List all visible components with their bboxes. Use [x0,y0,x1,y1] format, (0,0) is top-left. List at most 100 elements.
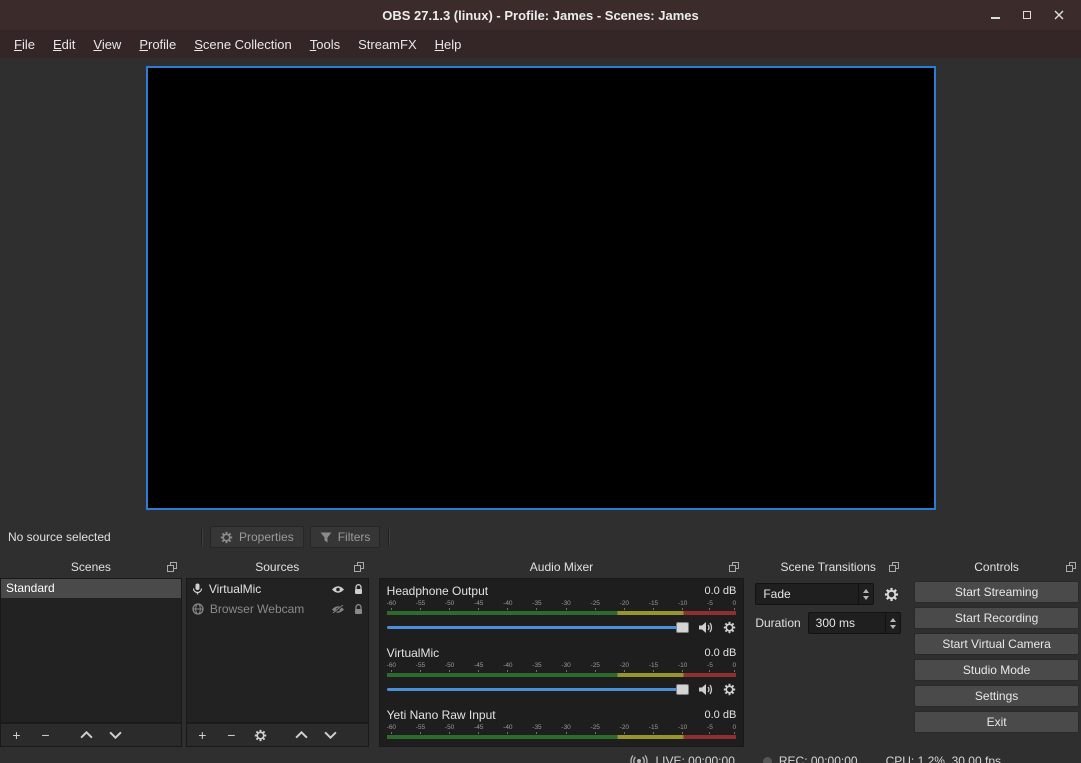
rec-time: REC: 00:00:00 [779,754,858,763]
visibility-icon[interactable] [331,585,345,594]
scene-transitions-header[interactable]: Scene Transitions [752,556,904,578]
source-row-icons [331,584,363,595]
source-properties-button[interactable] [254,729,267,742]
popout-icon[interactable] [354,562,364,572]
tick-label: -5 [707,724,713,734]
controls-header[interactable]: Controls [912,556,1081,578]
channel-db-value: 0.0 dB [705,709,737,721]
tick-label: -15 [649,600,658,610]
tick-label: -25 [591,600,600,610]
audio-mixer-header[interactable]: Audio Mixer [379,556,745,578]
slider-handle[interactable] [676,684,689,695]
tick-label: -60 [387,724,396,734]
speaker-icon[interactable] [698,683,714,696]
mixer-channel-yeti-nano: Yeti Nano Raw Input 0.0 dB -60-55-50-45-… [387,706,737,739]
spin-down-icon [863,596,869,600]
duration-spinbox[interactable]: 300 ms [808,612,902,634]
volume-slider[interactable] [387,618,690,637]
transition-select[interactable]: Fade [755,583,874,605]
popout-icon[interactable] [889,562,899,572]
scenes-list: Standard [0,578,182,723]
tick-label: -5 [707,662,713,672]
speaker-icon[interactable] [698,621,714,634]
obs-window: OBS 27.1.3 (linux) - Profile: James - Sc… [0,0,1081,763]
start-virtual-camera-button[interactable]: Start Virtual Camera [914,633,1079,655]
channel-settings-gear-icon[interactable] [723,621,736,634]
tick-label: -40 [503,662,512,672]
meter-scale: -60-55-50-45-40-35-30-25-20-15-10-50 [387,724,737,734]
titlebar[interactable]: OBS 27.1.3 (linux) - Profile: James - Sc… [0,0,1081,30]
scene-item-standard[interactable]: Standard [1,579,181,598]
mixer-channel-headphone-output: Headphone Output 0.0 dB -60-55-50-45-40-… [387,582,737,637]
tick-label: -20 [620,724,629,734]
popout-icon[interactable] [1066,562,1076,572]
popout-icon[interactable] [729,562,739,572]
studio-mode-button[interactable]: Studio Mode [914,659,1079,681]
properties-button[interactable]: Properties [210,526,304,548]
visibility-off-icon[interactable] [331,605,345,614]
live-status: LIVE: 00:00:00 [630,754,734,763]
microphone-icon [192,583,203,595]
exit-button[interactable]: Exit [914,711,1079,733]
preview-canvas[interactable] [146,66,936,510]
tick-label: -30 [561,662,570,672]
start-recording-button[interactable]: Start Recording [914,607,1079,629]
performance-stats: CPU: 1.2%, 30.00 fps [886,754,1001,763]
duration-label: Duration [755,616,800,630]
sources-header[interactable]: Sources [186,556,369,578]
tick-label: -15 [649,662,658,672]
menu-edit[interactable]: Edit [44,32,84,57]
menu-tools[interactable]: Tools [301,32,349,57]
menu-view[interactable]: View [84,32,130,57]
audio-mixer-title: Audio Mixer [530,560,593,574]
start-streaming-button[interactable]: Start Streaming [914,581,1079,603]
menu-help[interactable]: Help [426,32,471,57]
maximize-icon [1023,11,1031,19]
maximize-button[interactable] [1021,9,1033,21]
tick-label: -60 [387,600,396,610]
globe-icon [192,603,204,615]
slider-track [387,688,688,691]
settings-button[interactable]: Settings [914,685,1079,707]
minimize-button[interactable] [989,9,1001,21]
gear-icon [220,531,233,544]
duration-value: 300 ms [816,616,855,630]
source-row-browser-webcam[interactable]: Browser Webcam [187,599,368,619]
popout-icon[interactable] [167,562,177,572]
lock-icon[interactable] [354,604,363,615]
gear-icon [254,729,267,742]
scenes-header[interactable]: Scenes [0,556,182,578]
menu-profile[interactable]: Profile [130,32,185,57]
menu-scene-collection[interactable]: Scene Collection [185,32,301,57]
tick-label: -50 [445,600,454,610]
tick-label: -35 [532,662,541,672]
tick-label: 0 [733,600,737,610]
combo-spinner[interactable] [858,584,873,604]
close-button[interactable] [1053,9,1065,21]
tick-label: -35 [532,600,541,610]
channel-settings-gear-icon[interactable] [723,683,736,696]
lock-icon[interactable] [354,584,363,595]
tick-label: -40 [503,724,512,734]
source-row-virtualmic[interactable]: VirtualMic [187,579,368,599]
menu-file[interactable]: File [5,32,44,57]
move-scene-up-button[interactable] [80,731,93,739]
menu-streamfx[interactable]: StreamFX [349,32,426,57]
move-scene-down-button[interactable] [109,731,122,739]
filters-button[interactable]: Filters [310,526,381,548]
window-title: OBS 27.1.3 (linux) - Profile: James - Sc… [0,8,1081,23]
sources-panel: Sources VirtualMic [186,556,369,747]
properties-label: Properties [239,530,294,544]
scene-transitions-panel: Scene Transitions Fade [752,556,904,747]
duration-spinner[interactable] [885,613,900,633]
tick-label: -55 [416,724,425,734]
transition-properties-button[interactable] [881,584,901,604]
tick-label: -50 [445,724,454,734]
slider-handle[interactable] [676,622,689,633]
move-source-up-button[interactable] [295,731,308,739]
tick-label: -20 [620,662,629,672]
chevron-down-icon [324,731,337,739]
toolbar-divider [388,529,389,546]
volume-slider[interactable] [387,680,690,699]
move-source-down-button[interactable] [324,731,337,739]
